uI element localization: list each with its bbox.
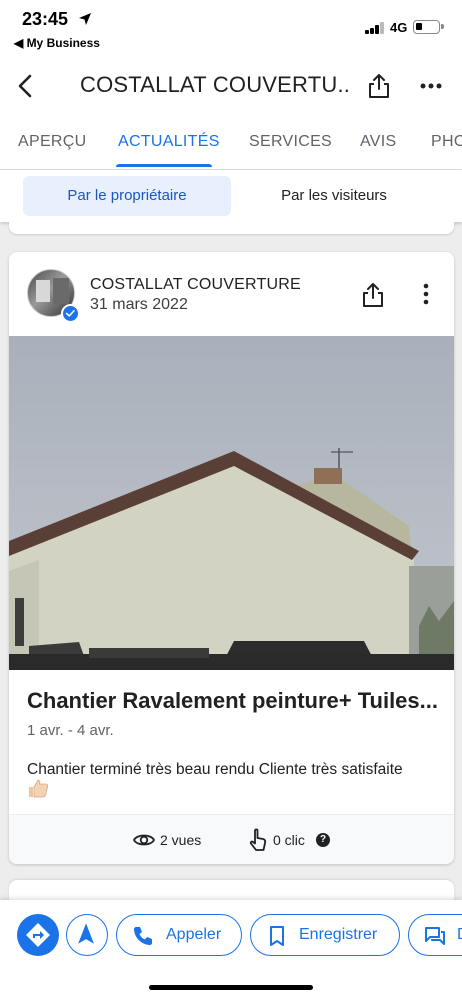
post-date-range: 1 avr. - 4 avr.	[27, 722, 114, 739]
previous-post-card	[9, 222, 454, 234]
share-icon[interactable]	[366, 72, 392, 100]
post-photo[interactable]	[9, 336, 454, 670]
save-label: Enregistrer	[299, 926, 378, 943]
action-bar: Appeler Enregistrer D	[0, 900, 462, 1000]
message-label: D	[457, 926, 462, 944]
battery-icon	[413, 20, 444, 34]
message-button[interactable]: D	[408, 914, 462, 956]
home-indicator	[149, 985, 313, 990]
post-filter: Par le propriétaire Par les visiteurs	[0, 170, 462, 222]
clicks-count: 0 clic	[273, 832, 305, 848]
views-count: 2 vues	[160, 832, 202, 848]
touch-tap-icon	[249, 828, 267, 851]
thumbs-up-emoji-icon	[29, 779, 49, 798]
directions-button[interactable]	[17, 914, 59, 956]
network-type: 4G	[390, 20, 408, 35]
tab-photos[interactable]: PHO	[431, 133, 462, 151]
bookmark-icon	[270, 926, 284, 946]
chevron-left-icon[interactable]	[14, 72, 38, 100]
post-stats: 2 vues 0 clic ?	[9, 814, 454, 864]
clock: 23:45	[22, 9, 69, 29]
tab-actualites[interactable]: ACTUALITÉS	[118, 133, 220, 151]
filter-visitors-button[interactable]: Par les visiteurs	[230, 176, 438, 216]
chat-icon	[425, 927, 445, 945]
tab-services[interactable]: SERVICES	[249, 133, 332, 151]
verified-check-icon	[61, 304, 80, 323]
post-title[interactable]: Chantier Ravalement peinture+ Tuiles...	[27, 688, 437, 714]
more-horizontal-icon[interactable]	[418, 76, 444, 96]
location-arrow-icon	[79, 13, 91, 25]
tab-apercu[interactable]: APERÇU	[18, 133, 86, 151]
share-icon[interactable]	[361, 282, 385, 308]
directions-icon	[26, 923, 50, 947]
more-vertical-icon[interactable]	[419, 282, 433, 306]
navigation-arrow-icon	[78, 923, 94, 944]
page-title: COSTALLAT COUVERTU...	[80, 72, 350, 97]
filter-owner-button[interactable]: Par le propriétaire	[23, 176, 231, 216]
tab-avis[interactable]: AVIS	[360, 133, 396, 151]
post-card: COSTALLAT COUVERTURE 31 mars 2022 Chanti…	[9, 252, 454, 864]
tab-bar: APERÇU ACTUALITÉS SERVICES AVIS PHO	[0, 116, 462, 170]
navigation-button[interactable]	[66, 914, 108, 956]
help-icon[interactable]: ?	[316, 833, 330, 847]
app-header: COSTALLAT COUVERTU...	[0, 56, 462, 116]
call-button[interactable]: Appeler	[116, 914, 242, 956]
post-body: Chantier terminé très beau rendu Cliente…	[27, 761, 403, 778]
phone-icon	[134, 927, 152, 945]
back-to-app-link[interactable]: ◀ My Business	[14, 36, 100, 50]
status-bar: 23:45 ◀ My Business 4G	[0, 0, 462, 56]
eye-icon	[133, 834, 155, 846]
signal-icon	[365, 22, 385, 34]
call-label: Appeler	[166, 926, 222, 943]
save-button[interactable]: Enregistrer	[250, 914, 400, 956]
active-tab-indicator	[116, 164, 212, 167]
business-name: COSTALLAT COUVERTURE	[90, 276, 301, 293]
post-date: 31 mars 2022	[90, 296, 188, 313]
